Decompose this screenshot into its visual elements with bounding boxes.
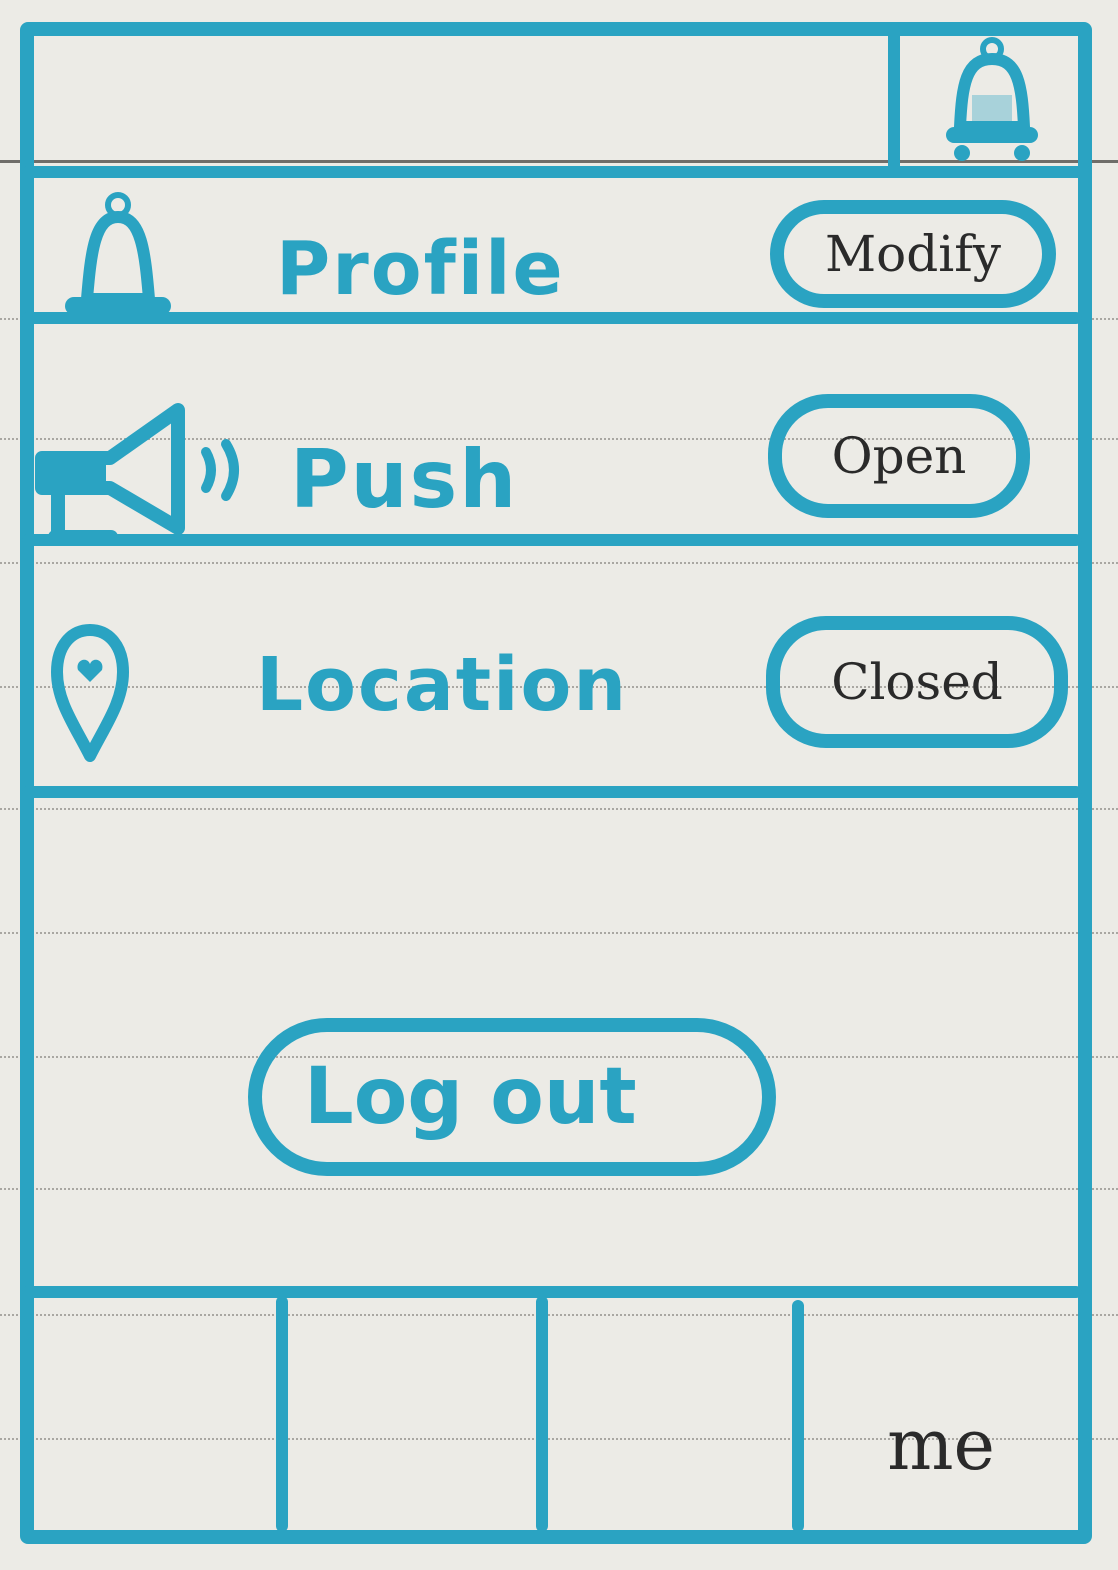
push-icon-wrap: [28, 388, 258, 556]
profile-label: Profile: [276, 226, 565, 312]
bell-icon: [65, 191, 171, 315]
header-cell-divider: [888, 24, 900, 174]
header-bell-button[interactable]: [912, 30, 1072, 170]
bell-icon: [946, 37, 1038, 161]
location-pin-icon: [51, 624, 129, 762]
tab-3[interactable]: [548, 1300, 792, 1530]
location-label: Location: [256, 642, 629, 728]
push-label: Push: [290, 433, 519, 526]
tab-divider-2: [536, 1296, 548, 1532]
row-divider-1: [22, 312, 1082, 324]
profile-modify-button[interactable]: Modify: [770, 200, 1056, 308]
row-divider-2: [22, 534, 1082, 546]
tabbar-divider: [22, 1286, 1082, 1298]
location-icon-wrap: [40, 616, 140, 766]
tab-divider-3: [792, 1300, 804, 1532]
push-open-button[interactable]: Open: [768, 394, 1030, 518]
location-closed-button[interactable]: Closed: [766, 616, 1068, 748]
row-divider-3: [22, 786, 1082, 798]
tab-1[interactable]: [34, 1300, 276, 1530]
tab-me[interactable]: me: [804, 1300, 1078, 1530]
tab-me-label: me: [887, 1404, 995, 1486]
profile-icon-wrap: [48, 188, 188, 328]
tab-divider-1: [276, 1296, 288, 1532]
tab-2[interactable]: [288, 1300, 536, 1530]
logout-button[interactable]: Log out: [248, 1018, 776, 1176]
megaphone-icon: [35, 403, 239, 545]
